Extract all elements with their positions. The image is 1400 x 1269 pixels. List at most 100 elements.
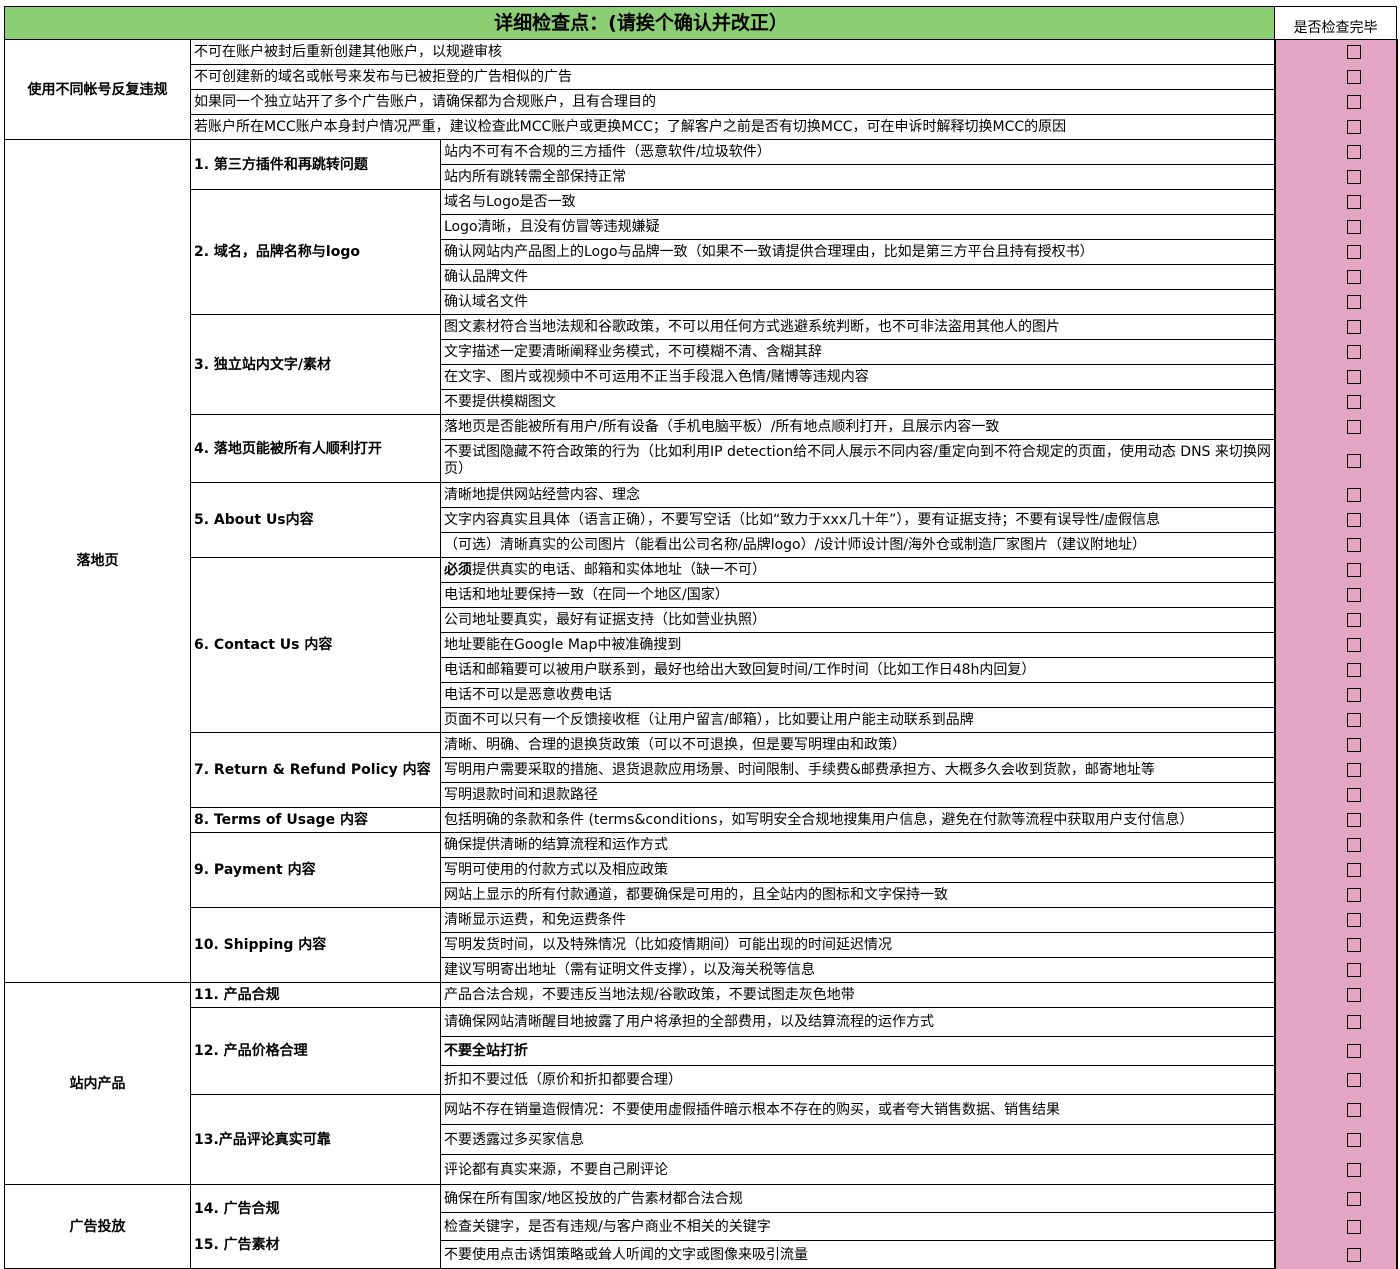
checkbox[interactable] <box>1346 513 1361 527</box>
check-cell <box>1273 907 1398 933</box>
checklist-item: 清晰显示运费，和免运费条件 <box>439 907 1276 933</box>
checklist-item: 公司地址要真实，最好有证据支持（比如营业执照） <box>439 607 1276 633</box>
checklist-item: 如果同一个独立站开了多个广告账户，请确保都为合规账户，且有合理目的 <box>189 89 1276 115</box>
checkbox[interactable] <box>1346 95 1361 109</box>
checkbox[interactable] <box>1346 45 1361 60</box>
checkbox[interactable] <box>1346 788 1361 802</box>
check-cell <box>1273 482 1398 508</box>
check-cell <box>1273 314 1398 340</box>
category-label: 广告投放 <box>4 1184 191 1269</box>
checkbox[interactable] <box>1346 638 1361 652</box>
check-cell <box>1273 782 1398 808</box>
checkbox[interactable] <box>1346 220 1361 234</box>
check-cell <box>1273 1007 1398 1037</box>
checklist-item: 确认网站内产品图上的Logo与品牌一致（如果不一致请提供合理理由，比如是第三方平… <box>439 239 1276 265</box>
checkbox[interactable] <box>1346 488 1361 502</box>
checklist-item: 确保提供清晰的结算流程和运作方式 <box>439 832 1276 858</box>
subcategory-label: 14. 广告合规 15. 广告素材 <box>190 1184 441 1269</box>
checklist-item: 写明用户需要采取的措施、退货退款应用场景、时间限制、手续费&邮费承担方、大概多久… <box>439 757 1276 783</box>
check-cell <box>1273 1240 1398 1269</box>
checklist-item: 站内不可有不合规的三方插件（恶意软件/垃圾软件） <box>439 139 1276 165</box>
item-text: 文字描述一定要清晰阐释业务模式，不可模糊不清、含糊其辞 <box>444 344 822 360</box>
checkbox[interactable] <box>1346 270 1361 284</box>
checkbox[interactable] <box>1346 1247 1361 1262</box>
item-text: 不要试图隐藏不符合政策的行为（比如利用IP detection给不同人展示不同内… <box>444 444 1271 477</box>
check-column-header: 是否检查完毕 <box>1274 6 1398 40</box>
subcategory-label: 1. 第三方插件和再跳转问题 <box>190 139 441 190</box>
checkbox[interactable] <box>1346 395 1361 409</box>
checkbox[interactable] <box>1346 888 1361 902</box>
checkbox[interactable] <box>1346 1015 1361 1029</box>
item-text: 若账户所在MCC账户本身封户情况严重，建议检查此MCC账户或更换MCC；了解客户… <box>194 119 1067 135</box>
checkbox[interactable] <box>1346 420 1361 434</box>
checkbox[interactable] <box>1346 688 1361 702</box>
checkbox[interactable] <box>1346 913 1361 927</box>
checkbox[interactable] <box>1346 245 1361 259</box>
checklist-item: 电话不可以是恶意收费电话 <box>439 682 1276 708</box>
item-text: 提供真实的电话、邮箱和实体地址（缺一不可） <box>472 562 766 578</box>
checkbox[interactable] <box>1346 613 1361 627</box>
checkbox[interactable] <box>1346 863 1361 877</box>
checkbox[interactable] <box>1346 713 1361 727</box>
checklist-item: 网站上显示的所有付款通道，都要确保是可用的，且全站内的图标和文字保持一致 <box>439 882 1276 908</box>
check-cell <box>1273 1154 1398 1185</box>
checkbox[interactable] <box>1346 813 1361 827</box>
checkbox[interactable] <box>1346 963 1361 977</box>
checkbox[interactable] <box>1346 1102 1361 1117</box>
checkbox[interactable] <box>1346 345 1361 359</box>
check-cell <box>1273 532 1398 558</box>
check-cell <box>1273 1094 1398 1125</box>
check-cell <box>1273 1036 1398 1066</box>
item-text: 在文字、图片或视频中不可运用不正当手段混入色情/赌博等违规内容 <box>444 369 869 385</box>
checkbox[interactable] <box>1346 1132 1361 1147</box>
checkbox[interactable] <box>1346 120 1361 134</box>
item-text: 不要使用点击诱饵策略或耸人听闻的文字或图像来吸引流量 <box>444 1246 808 1263</box>
checkbox[interactable] <box>1346 1191 1361 1206</box>
checkbox[interactable] <box>1346 145 1361 159</box>
checkbox[interactable] <box>1346 838 1361 852</box>
checkbox[interactable] <box>1346 563 1361 577</box>
item-text: 写明可使用的付款方式以及相应政策 <box>444 862 668 878</box>
checkbox[interactable] <box>1346 370 1361 384</box>
subcategory-label: 12. 产品价格合理 <box>190 1007 441 1095</box>
item-text: 文字内容真实且具体（语言正确），不要写空话（比如“致力于xxx几十年”），要有证… <box>444 512 1161 528</box>
item-text: 网站上显示的所有付款通道，都要确保是可用的，且全站内的图标和文字保持一致 <box>444 887 948 903</box>
checkbox[interactable] <box>1346 1044 1361 1058</box>
check-cell <box>1273 807 1398 833</box>
checklist-row: 8. Terms of Usage 内容 包括明确的条款和条件 (terms&co… <box>5 807 1398 833</box>
checklist-item: 包括明确的条款和条件 (terms&conditions，如写明安全合规地搜集用… <box>439 807 1276 833</box>
checkbox[interactable] <box>1346 320 1361 334</box>
item-text: 站内不可有不合规的三方插件（恶意软件/垃圾软件） <box>444 144 771 160</box>
checkbox[interactable] <box>1346 738 1361 752</box>
check-cell <box>1273 264 1398 290</box>
checkbox[interactable] <box>1346 454 1361 468</box>
checkbox[interactable] <box>1346 1073 1361 1087</box>
checkbox[interactable] <box>1346 538 1361 552</box>
item-text: 产品合法合规，不要违反当地法规/谷歌政策，不要试图走灰色地带 <box>444 987 855 1003</box>
checkbox[interactable] <box>1346 1162 1361 1177</box>
checklist-item: 确认域名文件 <box>439 289 1276 315</box>
check-cell <box>1273 757 1398 783</box>
checkbox[interactable] <box>1346 663 1361 677</box>
item-text: 电话和地址要保持一致（在同一个地区/国家） <box>444 587 729 603</box>
item-text: 不要透露过多买家信息 <box>444 1131 584 1148</box>
check-cell <box>1273 89 1398 115</box>
item-text: 折扣不要过低（原价和折扣都要合理） <box>444 1072 682 1088</box>
checkbox[interactable] <box>1346 170 1361 184</box>
item-text: 不可在账户被封后重新创建其他账户，以规避审核 <box>194 44 502 60</box>
checkbox[interactable] <box>1346 70 1361 84</box>
item-text: 网站不存在销量造假情况：不要使用虚假插件暗示根本不存在的购买，或者夸大销售数据、… <box>444 1101 1060 1118</box>
checkbox[interactable] <box>1346 295 1361 309</box>
subcategory-label: 13.产品评论真实可靠 <box>190 1094 441 1185</box>
checkbox[interactable] <box>1346 988 1361 1002</box>
check-cell <box>1273 1184 1398 1213</box>
checkbox[interactable] <box>1346 588 1361 602</box>
checklist-item: 页面不可以只有一个反馈接收框（让用户留言/邮箱），比如要让用户能主动联系到品牌 <box>439 707 1276 733</box>
item-text: 包括明确的条款和条件 (terms&conditions，如写明安全合规地搜集用… <box>444 812 1194 828</box>
checkbox[interactable] <box>1346 1219 1361 1234</box>
category-label: 使用不同帐号反复违规 <box>4 39 191 140</box>
check-cell <box>1273 214 1398 240</box>
checkbox[interactable] <box>1346 195 1361 209</box>
checkbox[interactable] <box>1346 938 1361 952</box>
checkbox[interactable] <box>1346 763 1361 777</box>
